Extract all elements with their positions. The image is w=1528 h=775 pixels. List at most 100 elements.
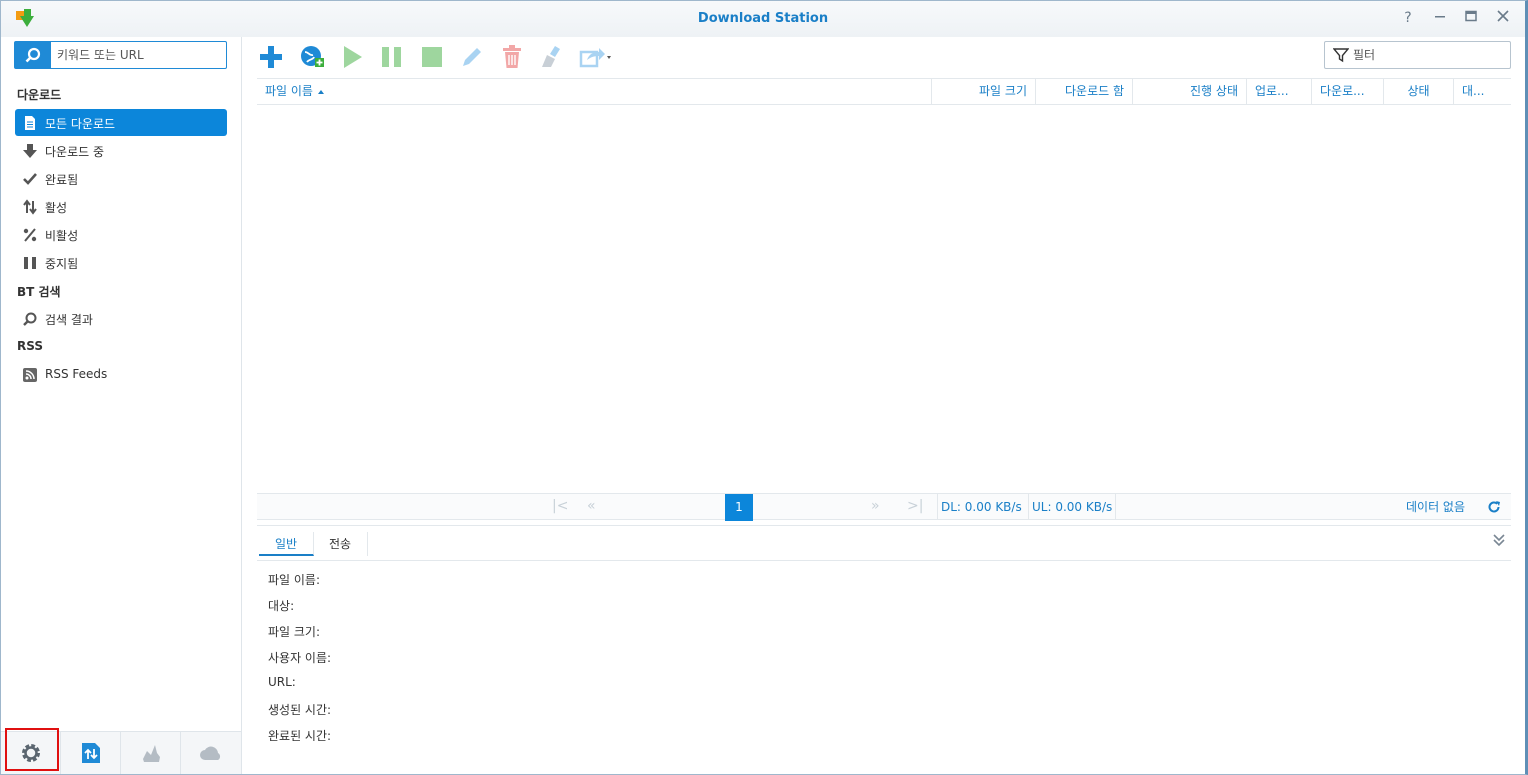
download-list-header: 파일 이름 파일 크기 다운로드 함 진행 상태 업로... 다운로... 상태… [257, 78, 1511, 105]
sidebar-item-label: 검색 결과 [45, 313, 93, 327]
sidebar-item-search-results[interactable]: 검색 결과 [15, 305, 227, 332]
column-header-upload[interactable]: 업로... [1246, 79, 1311, 105]
search-input[interactable] [57, 45, 222, 65]
next-page-icon[interactable]: » [871, 498, 880, 514]
download-station-window: Download Station ? 다운로드 모든 다운로드 [0, 0, 1528, 775]
maximize-button[interactable] [1462, 9, 1480, 27]
clean-up-button[interactable] [538, 43, 566, 71]
sidebar-item-inactive[interactable]: 비활성 [15, 221, 227, 248]
rss-icon [23, 368, 37, 382]
cloud-icon [200, 746, 221, 760]
sidebar: 다운로드 모든 다운로드 다운로드 중 완료됨 활성 비활성 중지됨 BT 검색 [1, 37, 242, 774]
delete-icon [503, 45, 521, 68]
current-page[interactable]: 1 [725, 494, 753, 521]
minimize-button[interactable] [1431, 9, 1449, 27]
cloud-button[interactable] [181, 732, 241, 774]
close-button[interactable] [1494, 9, 1512, 27]
sidebar-item-label: 다운로드 중 [45, 145, 105, 159]
last-page-icon[interactable]: >| [907, 498, 923, 514]
download-arrow-icon [23, 144, 37, 158]
detail-label-file-name: 파일 이름: [268, 573, 321, 587]
column-header-status[interactable]: 상태 [1383, 79, 1453, 105]
edit-button[interactable] [458, 43, 486, 71]
transfer-button[interactable] [61, 732, 121, 774]
pause-icon [382, 47, 401, 67]
main-panel: 파일 이름 파일 크기 다운로드 함 진행 상태 업로... 다운로... 상태… [243, 37, 1525, 774]
previous-page-icon[interactable]: « [587, 498, 596, 514]
column-label: 다운로드 함 [1064, 84, 1124, 98]
first-page-icon[interactable]: |< [552, 498, 568, 514]
detail-label-url: URL: [268, 675, 296, 689]
share-icon [579, 48, 611, 68]
add-url-button[interactable] [298, 43, 326, 71]
detail-label-file-size: 파일 크기: [268, 625, 321, 639]
column-label: 상태 [1407, 84, 1430, 98]
share-button[interactable] [578, 43, 614, 71]
filter-input[interactable] [1353, 46, 1503, 64]
column-header-progress[interactable]: 진행 상태 [1132, 79, 1246, 105]
percent-icon [23, 228, 37, 242]
file-icon [25, 116, 35, 130]
sidebar-item-paused[interactable]: 중지됨 [15, 249, 227, 276]
sidebar-item-label: 모든 다운로드 [45, 117, 116, 131]
search-icon [25, 47, 41, 63]
column-label: 업로... [1255, 84, 1289, 98]
detail-label-username: 사용자 이름: [268, 651, 332, 665]
transfer-icon [82, 743, 100, 763]
sidebar-item-label: 완료됨 [45, 173, 79, 187]
filter-box [1324, 41, 1511, 69]
search-button[interactable] [15, 42, 51, 68]
resume-button[interactable] [338, 43, 366, 71]
sidebar-item-all-downloads[interactable]: 모든 다운로드 [15, 109, 227, 136]
tab-transfer[interactable]: 전송 [313, 532, 369, 556]
pause-icon [24, 257, 36, 269]
delete-button[interactable] [498, 43, 526, 71]
check-icon [23, 173, 37, 185]
add-icon [260, 46, 282, 68]
settings-button-highlight [5, 728, 59, 771]
help-button[interactable]: ? [1399, 9, 1417, 27]
download-rate: DL: 0.00 KB/s [937, 494, 1025, 520]
resume-icon [344, 46, 362, 68]
sidebar-item-label: RSS Feeds [45, 367, 108, 381]
column-header-file-name[interactable]: 파일 이름 [257, 79, 931, 105]
section-title-downloads: 다운로드 [17, 88, 62, 102]
section-title-bt-search: BT 검색 [17, 285, 61, 299]
no-data-status: 데이터 없음 [1405, 500, 1465, 514]
search-box [14, 41, 227, 69]
column-header-more[interactable]: 대... [1453, 79, 1491, 105]
clean-up-icon [542, 46, 560, 67]
emule-button[interactable] [121, 732, 181, 774]
column-header-download[interactable]: 다운로... [1311, 79, 1383, 105]
section-title-rss: RSS [17, 339, 43, 353]
stop-button[interactable] [418, 43, 446, 71]
magnifier-icon [23, 312, 37, 326]
sidebar-item-active[interactable]: 활성 [15, 193, 227, 220]
pause-button[interactable] [378, 43, 406, 71]
refresh-icon[interactable] [1487, 500, 1501, 514]
emule-icon [143, 745, 160, 762]
detail-label-created-time: 생성된 시간: [268, 703, 332, 717]
sidebar-item-completed[interactable]: 완료됨 [15, 165, 227, 192]
column-label: 파일 이름 [265, 84, 313, 98]
stop-icon [422, 47, 442, 67]
pager-bar: |< « 1 » >| DL: 0.00 KB/s UL: 0.00 KB/s … [257, 493, 1511, 521]
detail-label-completed-time: 완료된 시간: [268, 729, 332, 743]
sort-ascending-icon [317, 90, 324, 94]
add-url-icon [301, 46, 324, 67]
window-title: Download Station [697, 11, 829, 26]
details-tab-bar: 일반 전송 [257, 525, 1511, 561]
minimize-icon [1435, 16, 1445, 18]
tab-general[interactable]: 일반 [259, 532, 315, 556]
download-list-body[interactable] [257, 105, 1511, 493]
close-icon [1497, 10, 1509, 22]
column-label: 진행 상태 [1190, 84, 1238, 98]
add-button[interactable] [257, 43, 285, 71]
sidebar-item-label: 중지됨 [45, 257, 79, 271]
column-header-downloaded[interactable]: 다운로드 함 [1035, 79, 1132, 105]
sidebar-item-rss-feeds[interactable]: RSS Feeds [15, 361, 227, 388]
collapse-chevron-icon[interactable] [1493, 533, 1505, 547]
sidebar-item-downloading[interactable]: 다운로드 중 [15, 137, 227, 164]
column-header-file-size[interactable]: 파일 크기 [931, 79, 1035, 105]
title-bar: Download Station ? [1, 1, 1525, 37]
